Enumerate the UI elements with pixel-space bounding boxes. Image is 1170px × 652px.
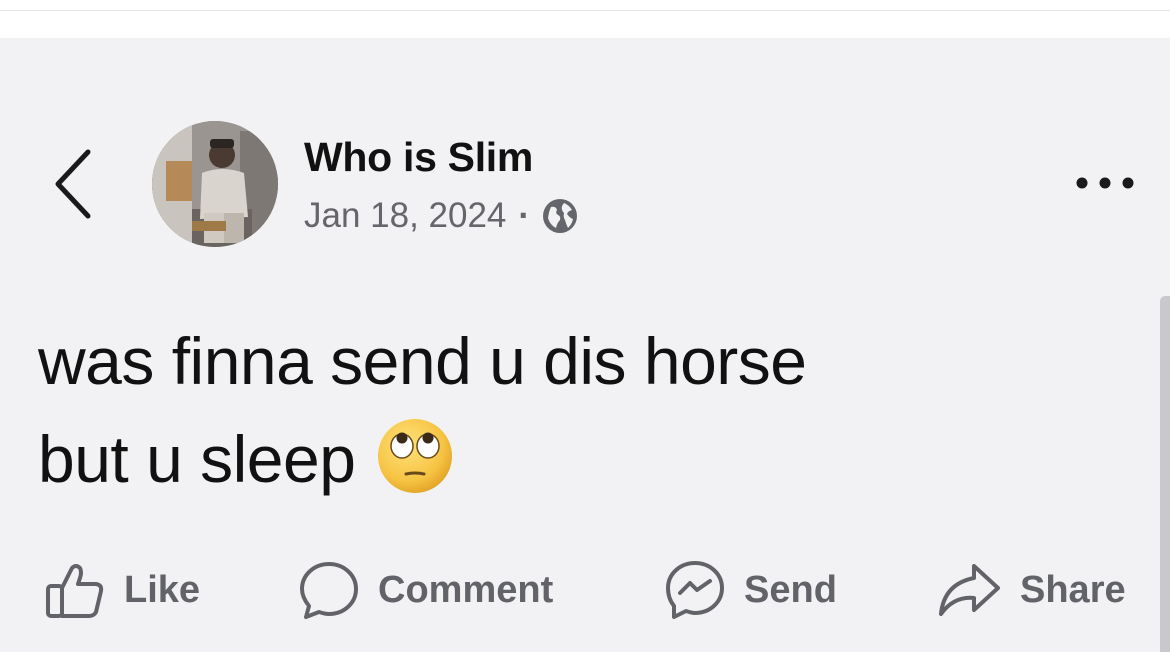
like-label: Like xyxy=(124,568,201,611)
top-divider xyxy=(0,10,1170,11)
send-button[interactable]: Send xyxy=(664,552,837,628)
send-label: Send xyxy=(744,568,837,611)
post-text: was finna send u dis horse but u sleep xyxy=(38,312,1118,508)
like-button[interactable]: Like xyxy=(44,552,200,628)
action-bar: Like Comment Send Share xyxy=(0,552,1170,628)
meta-separator: · xyxy=(518,196,531,235)
back-button[interactable] xyxy=(50,146,100,222)
post-text-line-1: was finna send u dis horse xyxy=(38,324,807,398)
top-strip xyxy=(0,0,1170,39)
share-arrow-icon xyxy=(939,564,1000,616)
share-label: Share xyxy=(1020,568,1126,611)
thumbs-up-icon xyxy=(46,564,104,618)
face-with-rolling-eyes-icon xyxy=(375,416,455,496)
author-name[interactable]: Who is Slim xyxy=(304,134,533,181)
post-date[interactable]: Jan 18, 2024 xyxy=(304,196,506,236)
chevron-left-icon xyxy=(55,149,91,219)
post-text-line-2-text: but u sleep xyxy=(38,422,356,496)
globe-icon xyxy=(542,198,578,234)
comment-button[interactable]: Comment xyxy=(298,552,553,628)
messenger-icon xyxy=(666,561,724,619)
avatar[interactable] xyxy=(152,121,278,247)
share-button[interactable]: Share xyxy=(936,552,1126,628)
more-dots-icon xyxy=(1076,177,1134,189)
post-text-line-2: but u sleep xyxy=(38,410,1118,508)
post-meta: Jan 18, 2024 · xyxy=(304,196,578,236)
comment-label: Comment xyxy=(378,568,554,611)
comment-icon xyxy=(300,562,358,619)
profile-photo xyxy=(152,121,278,247)
more-options-button[interactable] xyxy=(1074,168,1138,198)
